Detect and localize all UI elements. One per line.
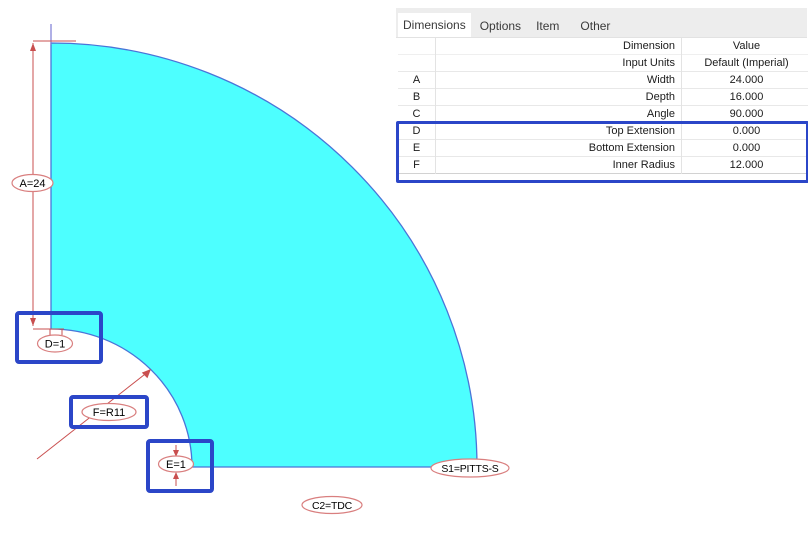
label-s1-text: S1=PITTS-S [441, 463, 498, 475]
tab-dimensions[interactable]: Dimensions [398, 13, 471, 37]
row-a-dimension: Width [435, 71, 682, 89]
tab-options[interactable]: Options [474, 15, 527, 37]
row-d-dimension: Top Extension [435, 122, 682, 140]
row-f-dimension: Inner Radius [435, 156, 682, 174]
table-row-f: F Inner Radius 12.000 [398, 156, 808, 174]
row-c-letter: C [398, 105, 436, 123]
dimensions-panel: Dimensions Options Item Other Dimension … [396, 8, 808, 183]
label-e[interactable]: E=1 [157, 455, 195, 473]
table-row-d: D Top Extension 0.000 [398, 122, 808, 140]
tab-other[interactable]: Other [574, 15, 616, 37]
row-d-letter: D [398, 122, 436, 140]
table-header-row-2: Input Units Default (Imperial) [398, 54, 808, 72]
dimensions-table: Dimension Value Input Units Default (Imp… [398, 38, 808, 174]
label-c2[interactable]: C2=TDC [301, 495, 363, 515]
table-row-b: B Depth 16.000 [398, 88, 808, 106]
row-d-value[interactable]: 0.000 [681, 122, 808, 140]
row-a-letter: A [398, 71, 436, 89]
header-value: Value [732, 40, 761, 52]
label-c2-text: C2=TDC [312, 500, 353, 512]
label-f[interactable]: F=R11 [81, 402, 137, 422]
row-b-letter: B [398, 88, 436, 106]
row-e-dimension: Bottom Extension [435, 139, 682, 157]
header-default-units: Default (Imperial) [681, 54, 808, 72]
row-c-value[interactable]: 90.000 [681, 105, 808, 123]
dim-a-arrow-up [30, 43, 36, 51]
row-c-dimension: Angle [435, 105, 682, 123]
row-b-value[interactable]: 16.000 [681, 88, 808, 106]
dim-f-arrow [141, 369, 151, 379]
label-d[interactable]: D=1 [36, 334, 74, 353]
label-a-text: A=24 [20, 178, 46, 190]
row-a-value[interactable]: 24.000 [681, 71, 808, 89]
label-e-text: E=1 [166, 459, 186, 471]
label-a[interactable]: A=24 [11, 173, 54, 193]
dim-a-arrow-down [30, 318, 36, 326]
dim-e-arrow-up [173, 472, 179, 479]
table-header-row-1: Dimension Value [398, 38, 808, 55]
panel-tab-bar: Dimensions Options Item Other [396, 8, 807, 38]
header-dimension: Dimension [435, 38, 682, 55]
app-canvas: A=24 D=1 F=R11 E=1 S1=PITTS-S C2=TDC Dim… [0, 0, 808, 540]
label-f-text: F=R11 [93, 407, 126, 419]
table-row-c: C Angle 90.000 [398, 105, 808, 123]
row-e-letter: E [398, 139, 436, 157]
tab-item[interactable]: Item [530, 15, 571, 37]
row-f-letter: F [398, 156, 436, 174]
table-row-e: E Bottom Extension 0.000 [398, 139, 808, 157]
table-row-a: A Width 24.000 [398, 71, 808, 89]
header-input-units: Input Units [435, 54, 682, 72]
row-e-value[interactable]: 0.000 [681, 139, 808, 157]
label-s1[interactable]: S1=PITTS-S [430, 458, 510, 478]
row-f-value[interactable]: 12.000 [681, 156, 808, 174]
row-b-dimension: Depth [435, 88, 682, 106]
label-d-text: D=1 [45, 339, 66, 351]
